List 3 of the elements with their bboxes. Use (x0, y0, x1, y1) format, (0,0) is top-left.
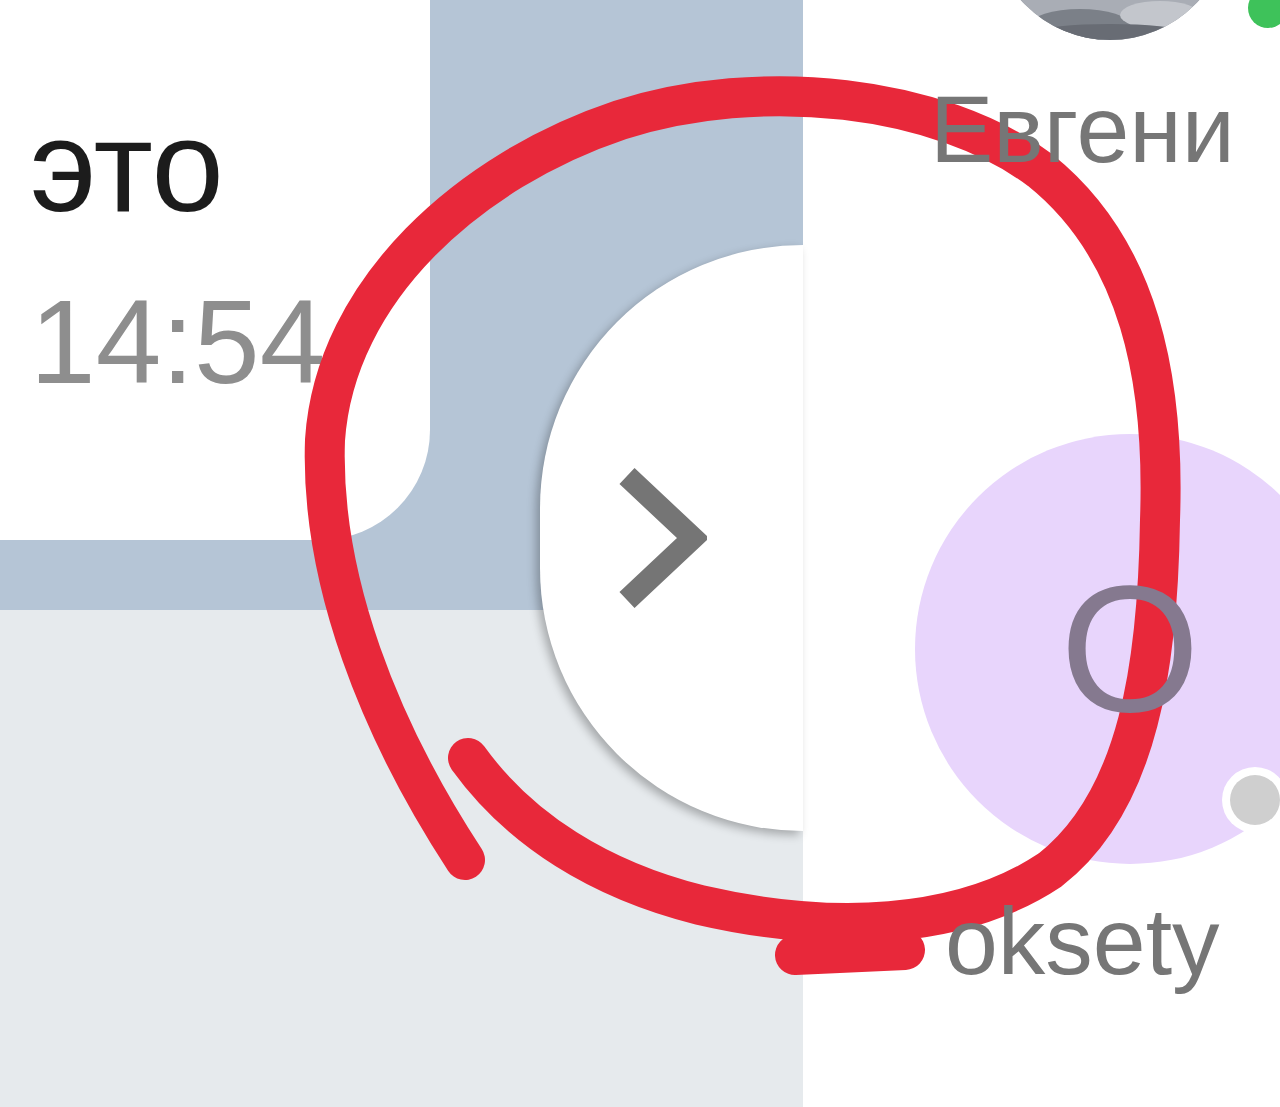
message-time: 14:54 (30, 283, 326, 401)
contact-name: oksety (945, 886, 1220, 996)
message-text: это (30, 95, 224, 238)
